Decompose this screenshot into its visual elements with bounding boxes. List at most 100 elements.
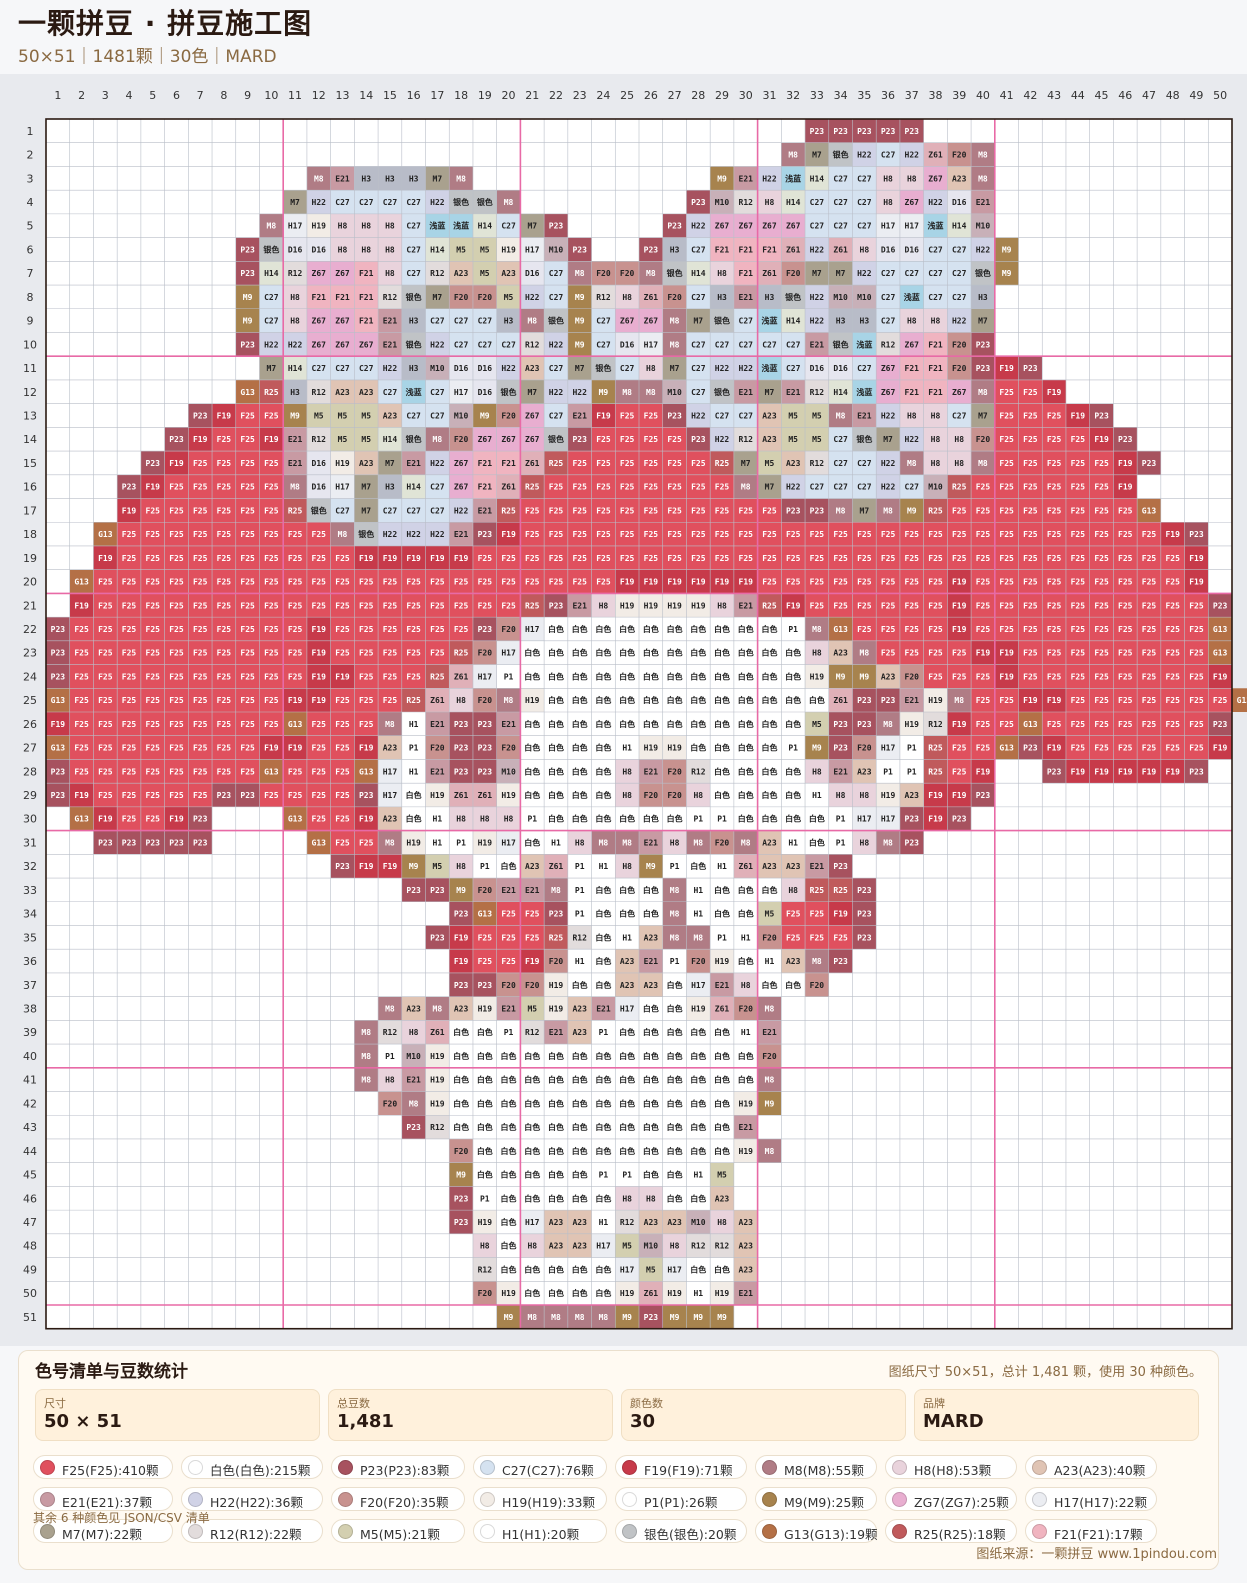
bead-code: F25 xyxy=(1189,720,1204,729)
bead-code: 白色 xyxy=(453,1098,469,1108)
bead-code: F19 xyxy=(1213,672,1228,681)
bead-code: F19 xyxy=(952,601,967,610)
bead-code: 白色 xyxy=(738,909,754,919)
bead-code: H19 xyxy=(667,601,682,610)
bead-code: H8 xyxy=(931,459,941,468)
bead-code: F20 xyxy=(478,696,493,705)
bead-code: F25 xyxy=(596,435,611,444)
bead-code: Z61 xyxy=(644,1289,659,1298)
column-label: 48 xyxy=(1166,89,1180,102)
bead-code: M8 xyxy=(646,269,656,278)
bead-code: M9 xyxy=(717,1313,727,1322)
bead-code: 银色 xyxy=(262,244,279,254)
bead-code: F25 xyxy=(976,696,991,705)
bead-code: H17 xyxy=(335,483,350,492)
bead-code: 白色 xyxy=(524,1170,540,1180)
bead-code: F19 xyxy=(217,412,232,421)
bead-code: F25 xyxy=(596,554,611,563)
bead-code: G13 xyxy=(1213,625,1228,634)
bead-code: F25 xyxy=(122,649,137,658)
bead-code: F25 xyxy=(359,578,374,587)
bead-code: C27 xyxy=(335,506,350,515)
bead-code: F25 xyxy=(549,578,564,587)
bead-code: 浅蓝 xyxy=(761,316,777,326)
bead-code: M9 xyxy=(646,862,656,871)
bead-code: M8 xyxy=(456,174,466,183)
bead-code: G13 xyxy=(833,625,848,634)
page-subtitle: 50×51｜1481颗｜30色｜MARD xyxy=(18,47,277,67)
bead-code: P23 xyxy=(146,838,161,847)
bead-code: 白色 xyxy=(572,980,588,990)
bead-code: F19 xyxy=(98,815,113,824)
color-chip-list: F25(F25):410颗 白色(白色):215颗 P23(P23):83颗 C27(… xyxy=(33,1455,1213,1555)
bead-code: R12 xyxy=(881,340,896,349)
bead-code: F25 xyxy=(525,506,540,515)
column-label: 7 xyxy=(197,89,204,102)
bead-code: 白色 xyxy=(501,1075,517,1085)
bead-code: 白色 xyxy=(738,790,754,800)
bead-code: 浅蓝 xyxy=(761,363,777,373)
bead-code: H1 xyxy=(622,933,632,942)
bead-code: F25 xyxy=(999,578,1014,587)
bead-code: 白色 xyxy=(619,648,635,658)
color-chip: M8(M8):55颗 xyxy=(755,1455,877,1479)
bead-code: F20 xyxy=(430,744,445,753)
row-label: 39 xyxy=(23,1026,37,1039)
bead-code: F25 xyxy=(596,530,611,539)
bead-code: F25 xyxy=(739,554,754,563)
bead-code: F25 xyxy=(193,578,208,587)
bead-code: F25 xyxy=(98,601,113,610)
bead-code: P23 xyxy=(549,601,564,610)
bead-code: H22 xyxy=(264,340,279,349)
bead-code: G13 xyxy=(240,388,255,397)
bead-code: E21 xyxy=(288,435,303,444)
bead-code: F25 xyxy=(1047,672,1062,681)
pattern-board: P23 P23 P23 P23 P23 M8 M7 银色 H22 C27 H22 Z61 F20 M8 M8… xyxy=(0,74,1247,1346)
bead-code: H8 xyxy=(836,791,846,800)
bead-code: F20 xyxy=(454,293,469,302)
bead-code: H17 xyxy=(383,767,398,776)
column-label: 45 xyxy=(1095,89,1109,102)
bead-code: F25 xyxy=(572,459,587,468)
bead-code: F25 xyxy=(715,530,730,539)
bead-code: F25 xyxy=(217,578,232,587)
bead-code: E21 xyxy=(501,720,516,729)
bead-code: 白色 xyxy=(643,671,659,681)
bead-code: 白色 xyxy=(761,814,777,824)
bead-code: C27 xyxy=(715,412,730,421)
bead-code: F25 xyxy=(122,672,137,681)
bead-code: M8 xyxy=(741,483,751,492)
bead-code: R12 xyxy=(572,933,587,942)
bead-code: F19 xyxy=(1189,554,1204,563)
bead-code: F25 xyxy=(288,672,303,681)
bead-code: F25 xyxy=(999,530,1014,539)
bead-code: 白色 xyxy=(548,648,564,658)
bead-code: H1 xyxy=(575,957,585,966)
column-label: 40 xyxy=(976,89,990,102)
bead-code: F25 xyxy=(525,933,540,942)
bead-code: 白色 xyxy=(548,1170,564,1180)
bead-code: C27 xyxy=(786,364,801,373)
color-swatch xyxy=(892,1492,907,1507)
bead-code: Z67 xyxy=(928,174,943,183)
bead-code: F25 xyxy=(905,601,920,610)
bead-code: 白色 xyxy=(714,1098,730,1108)
row-label: 28 xyxy=(23,765,37,778)
bead-code: H8 xyxy=(954,459,964,468)
bead-code: P23 xyxy=(833,957,848,966)
bead-code: 白色 xyxy=(501,1217,517,1227)
bead-code: R25 xyxy=(288,506,303,515)
bead-code: 白色 xyxy=(761,980,777,990)
bead-code: H1 xyxy=(741,933,751,942)
column-label: 3 xyxy=(102,89,109,102)
bead-code: F25 xyxy=(928,625,943,634)
bead-code: 白色 xyxy=(572,1098,588,1108)
bead-code: F25 xyxy=(359,672,374,681)
bead-code: R12 xyxy=(525,1028,540,1037)
bead-code: H19 xyxy=(620,1289,635,1298)
bead-code: F25 xyxy=(193,791,208,800)
bead-code: 白色 xyxy=(667,1027,683,1037)
column-label: 9 xyxy=(244,89,251,102)
bead-code: P23 xyxy=(1047,767,1062,776)
bead-code: H8 xyxy=(385,245,395,254)
